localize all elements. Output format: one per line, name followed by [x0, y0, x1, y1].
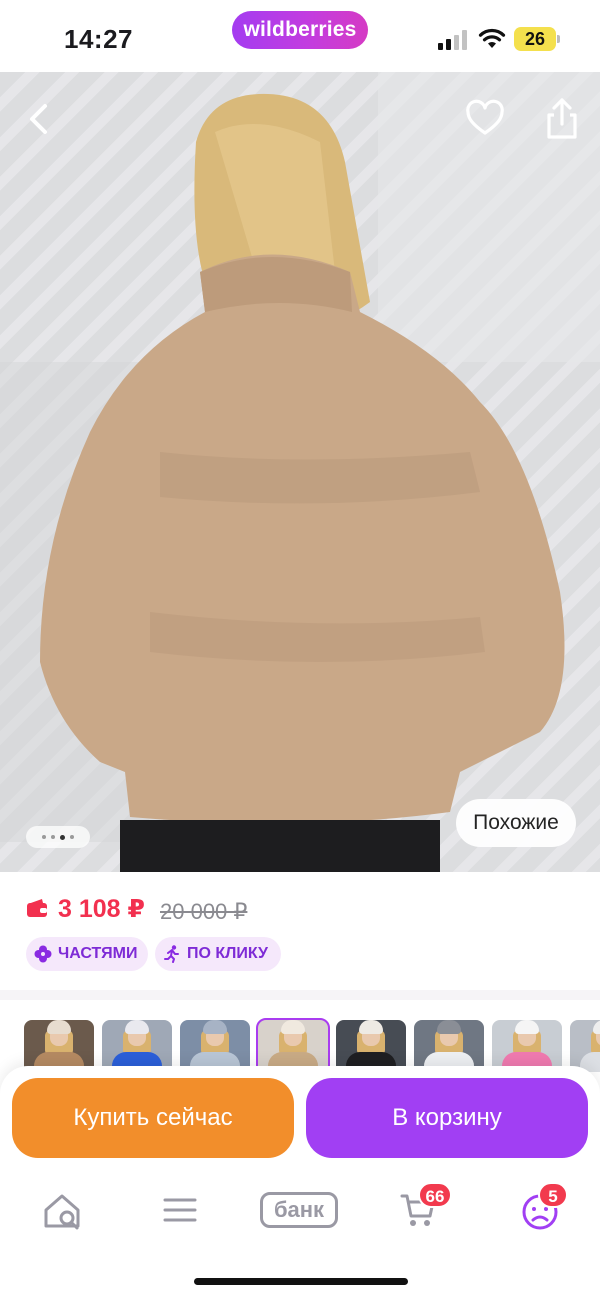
gallery-pager	[26, 826, 90, 848]
similar-button[interactable]: Похожие	[456, 799, 576, 847]
signal-icon	[438, 30, 467, 50]
battery-icon: 26	[514, 27, 560, 51]
installments-label: ЧАСТЯМИ	[58, 945, 138, 962]
menu-icon[interactable]	[162, 1188, 198, 1232]
running-man-icon	[164, 945, 179, 963]
wildberries-logo: wildberries	[232, 11, 368, 49]
share-icon[interactable]	[540, 96, 584, 142]
product-photo[interactable]: Похожие	[0, 72, 600, 872]
old-price: 20 000 ₽	[160, 899, 248, 924]
color-variants-strip[interactable]	[0, 1000, 600, 1072]
one-click-badge[interactable]: ПО КЛИКУ	[155, 937, 281, 971]
status-bar: 14:27 wildberries 26	[0, 0, 600, 72]
color-variant-thumb[interactable]	[414, 1020, 484, 1072]
bank-icon: банк	[260, 1192, 338, 1228]
section-divider	[0, 990, 600, 1000]
color-variant-thumb[interactable]	[336, 1020, 406, 1072]
pager-dot	[70, 835, 74, 839]
bank-tab[interactable]: банк	[260, 1188, 340, 1232]
add-to-cart-button[interactable]: В корзину	[306, 1078, 588, 1158]
wifi-icon	[478, 28, 506, 48]
current-price: 3 108 ₽	[58, 895, 145, 923]
clover-icon	[34, 945, 52, 963]
home-search-icon[interactable]	[42, 1188, 82, 1232]
pager-dot	[42, 835, 46, 839]
buy-now-button[interactable]: Купить сейчас	[12, 1078, 294, 1158]
chevron-left-icon[interactable]	[18, 98, 60, 140]
color-variant-thumb[interactable]	[24, 1020, 94, 1072]
home-indicator	[194, 1278, 408, 1285]
jacket-photo-image	[0, 72, 600, 872]
color-variant-thumb[interactable]	[180, 1020, 250, 1072]
bottom-action-sheet: Купить сейчас В корзину банк 66 5	[0, 1066, 600, 1297]
color-variant-thumb[interactable]	[492, 1020, 562, 1072]
color-variant-thumb[interactable]	[102, 1020, 172, 1072]
cart-count-badge: 66	[418, 1182, 452, 1208]
pager-dot-active	[60, 834, 65, 840]
profile-count-badge: 5	[538, 1182, 568, 1208]
installments-badge[interactable]: ЧАСТЯМИ	[26, 937, 148, 971]
pager-dot	[51, 835, 55, 839]
color-variant-thumb[interactable]	[570, 1020, 600, 1072]
color-variant-thumb[interactable]	[256, 1018, 330, 1072]
status-time: 14:27	[64, 24, 133, 54]
one-click-label: ПО КЛИКУ	[187, 945, 268, 962]
price-card: 3 108 ₽ 20 000 ₽ ЧАСТЯМИ ПО КЛИКУ	[0, 872, 600, 990]
heart-icon[interactable]	[464, 98, 506, 140]
battery-level: 26	[524, 29, 546, 49]
wallet-icon	[27, 899, 47, 917]
